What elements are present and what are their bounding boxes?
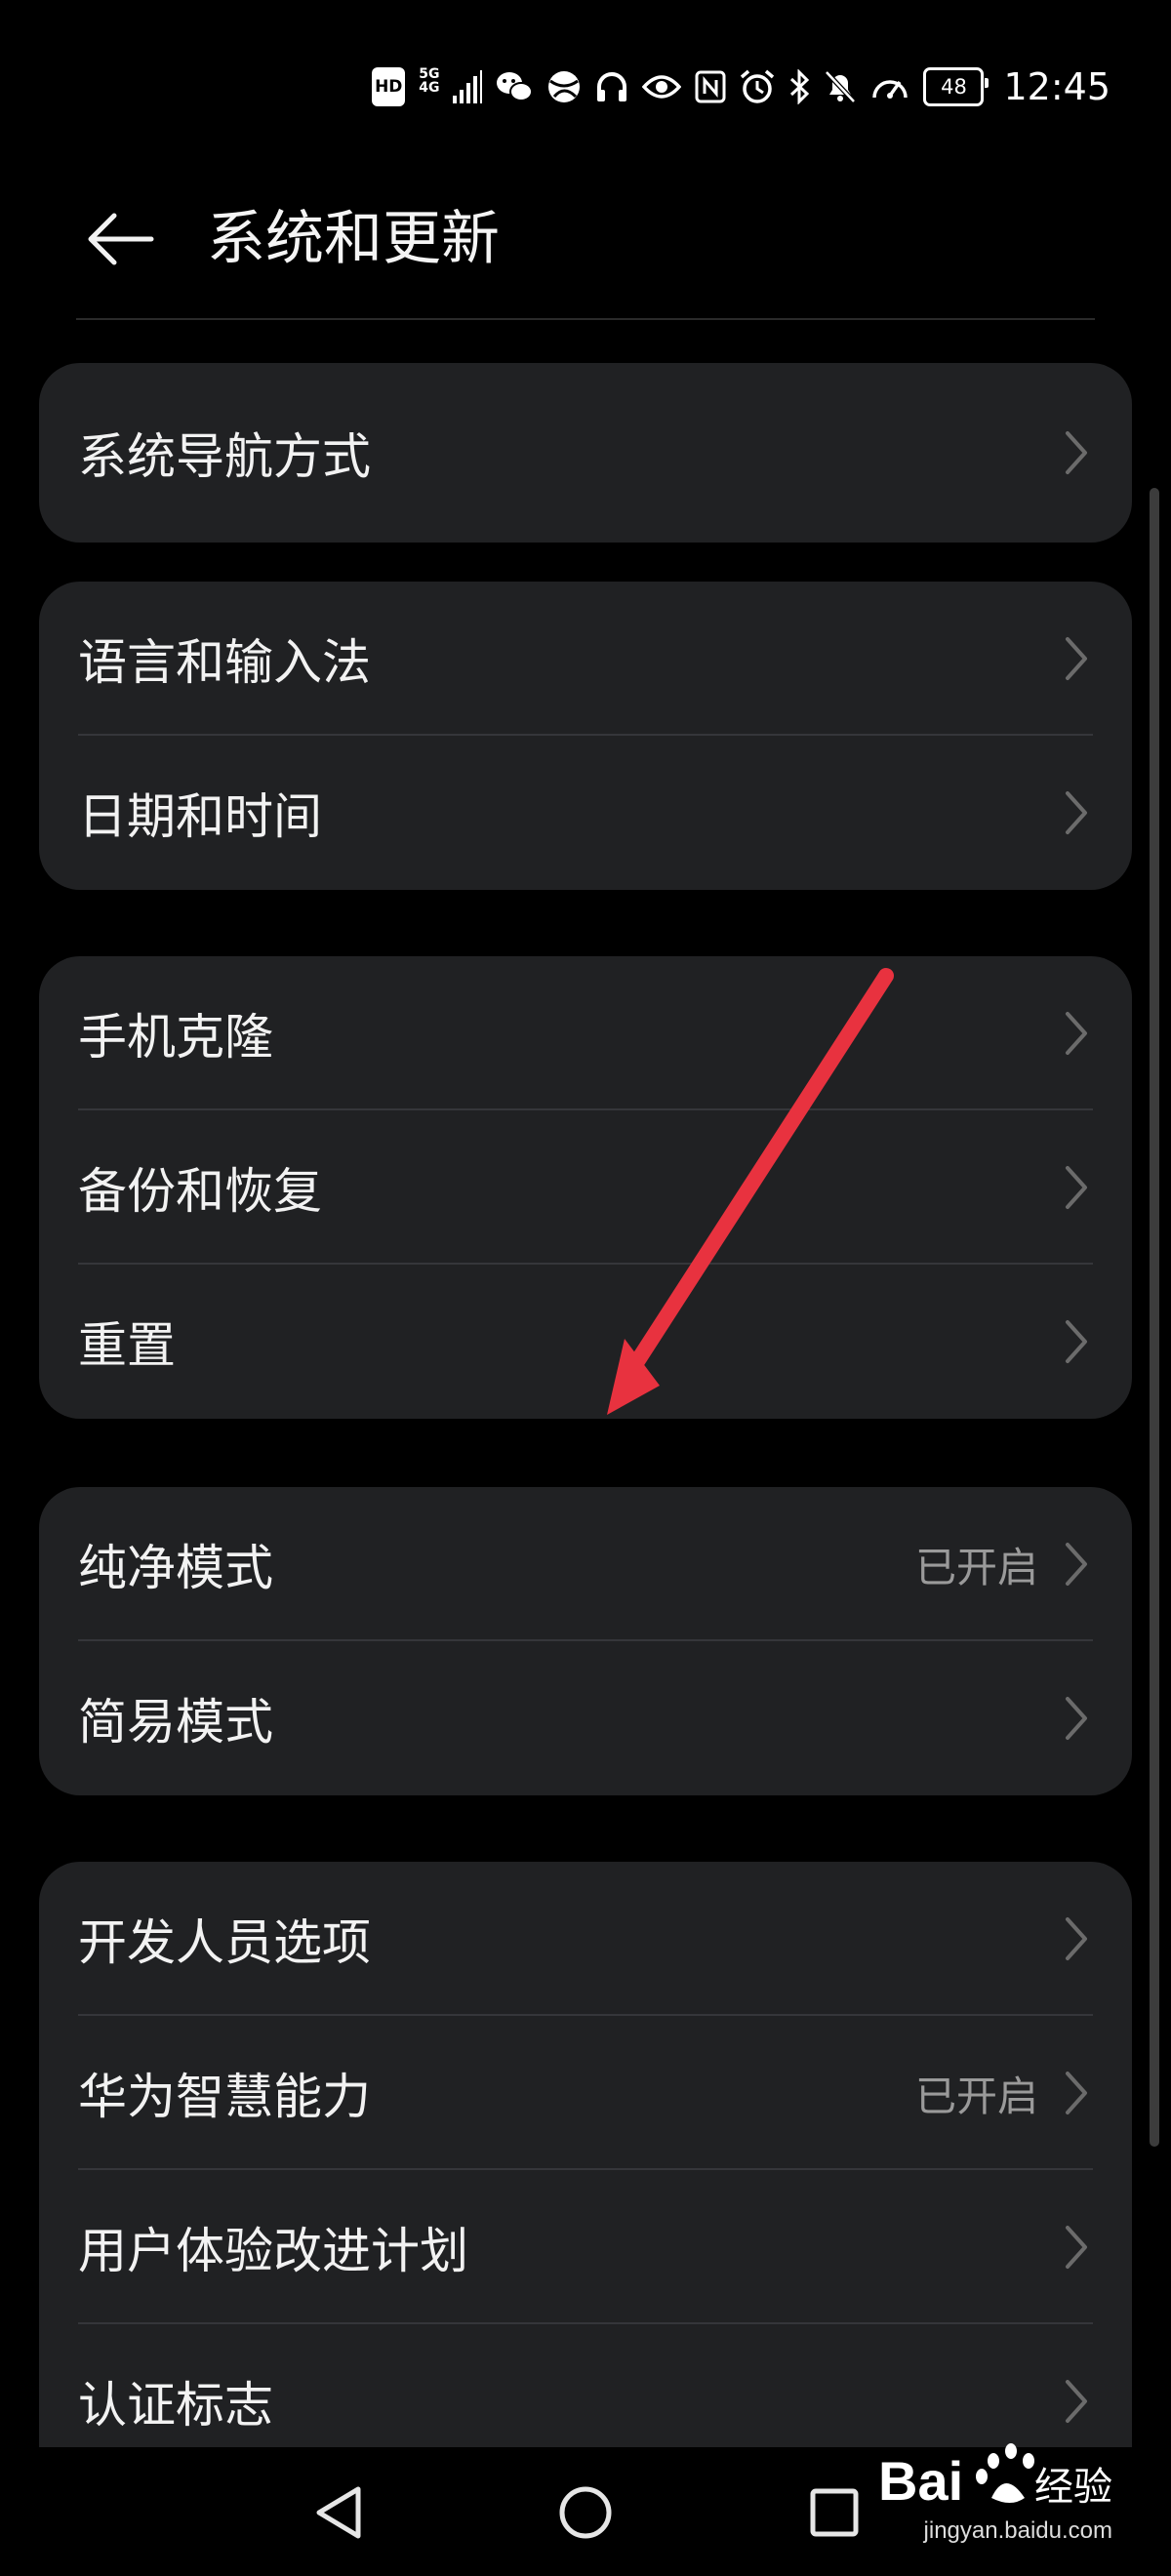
setting-row-huawei-ai[interactable]: 华为智慧能力 已开启 [39, 2016, 1132, 2170]
setting-label: 重置 [78, 1317, 176, 1374]
ball-icon [546, 67, 582, 106]
chevron-right-icon [1066, 431, 1087, 474]
chevron-right-icon [1066, 2072, 1087, 2114]
setting-label: 简易模式 [78, 1694, 273, 1751]
watermark-url: jingyan.baidu.com [923, 2517, 1112, 2544]
settings-group-advanced: 开发人员选项 华为智慧能力 已开启 用户体验改进计划 认证标志 [39, 1862, 1132, 2447]
setting-label: 纯净模式 [78, 1540, 273, 1596]
settings-group-language-time: 语言和输入法 日期和时间 [39, 582, 1132, 890]
header-divider [76, 318, 1095, 320]
setting-row-developer-options[interactable]: 开发人员选项 [39, 1862, 1132, 2016]
baidu-watermark: Bai 经验 jingyan.baidu.com [878, 2437, 1112, 2555]
chevron-right-icon [1066, 1543, 1087, 1586]
nav-recents-button[interactable] [790, 2469, 878, 2556]
setting-row-certification[interactable]: 认证标志 [39, 2324, 1132, 2447]
setting-status-value: 已开启 [914, 2072, 1038, 2120]
setting-status-value: 已开启 [914, 1543, 1038, 1591]
status-bar: HD 5G 4G 48 12:45 [0, 0, 1171, 166]
headphones-icon [595, 67, 628, 106]
eye-icon [642, 67, 682, 106]
chevron-right-icon [1066, 637, 1087, 680]
square-recents-icon [810, 2488, 859, 2537]
settings-group-backup: 手机克隆 备份和恢复 重置 [39, 956, 1132, 1419]
setting-label: 备份和恢复 [78, 1163, 322, 1220]
mute-bell-icon [824, 67, 857, 106]
chevron-right-icon [1066, 1012, 1087, 1055]
setting-row-backup-restore[interactable]: 备份和恢复 [39, 1110, 1132, 1265]
setting-label: 用户体验改进计划 [78, 2223, 468, 2279]
setting-row-pure-mode[interactable]: 纯净模式 已开启 [39, 1487, 1132, 1641]
setting-row-system-navigation[interactable]: 系统导航方式 [39, 363, 1132, 543]
chevron-right-icon [1066, 1697, 1087, 1740]
nav-home-button[interactable] [542, 2469, 629, 2556]
setting-row-date-time[interactable]: 日期和时间 [39, 736, 1132, 890]
watermark-brand: Bai [878, 2450, 963, 2512]
chevron-right-icon [1066, 1320, 1087, 1363]
setting-label: 语言和输入法 [78, 634, 371, 691]
setting-row-reset[interactable]: 重置 [39, 1265, 1132, 1419]
hd-badge: HD [372, 67, 406, 106]
setting-label: 日期和时间 [78, 788, 322, 845]
setting-row-user-experience[interactable]: 用户体验改进计划 [39, 2170, 1132, 2324]
back-arrow-icon [88, 213, 154, 265]
app-header: 系统和更新 [0, 166, 1171, 312]
nav-back-button[interactable] [295, 2469, 383, 2556]
settings-group-modes: 纯净模式 已开启 简易模式 [39, 1487, 1132, 1795]
setting-label: 开发人员选项 [78, 1914, 371, 1971]
setting-row-phone-clone[interactable]: 手机克隆 [39, 956, 1132, 1110]
network-type: 5G 4G [419, 67, 439, 106]
status-icons: HD 5G 4G 48 12:45 [372, 64, 1110, 109]
network-type-5g: 5G [419, 66, 440, 82]
chevron-right-icon [1066, 2380, 1087, 2423]
setting-label: 手机克隆 [78, 1009, 273, 1066]
setting-label: 系统导航方式 [78, 428, 371, 485]
baidu-logo-icon: Bai 经验 [878, 2443, 1112, 2512]
page-title: 系统和更新 [207, 205, 500, 273]
battery-icon: 48 [923, 67, 989, 106]
bluetooth-icon [788, 67, 810, 106]
back-button[interactable] [76, 195, 164, 283]
chevron-right-icon [1066, 2226, 1087, 2269]
scrollbar[interactable] [1150, 488, 1159, 2147]
status-time: 12:45 [1003, 65, 1110, 108]
circle-home-icon [559, 2486, 612, 2539]
nfc-icon [695, 67, 726, 106]
signal-icon [453, 67, 483, 106]
wechat-icon [496, 67, 534, 106]
setting-row-simple-mode[interactable]: 简易模式 [39, 1641, 1132, 1795]
alarm-icon [740, 67, 775, 106]
chevron-right-icon [1066, 1917, 1087, 1960]
chevron-right-icon [1066, 791, 1087, 834]
setting-label: 华为智慧能力 [78, 2069, 371, 2125]
chevron-right-icon [1066, 1166, 1087, 1209]
speedometer-icon [870, 67, 909, 106]
setting-row-language-input[interactable]: 语言和输入法 [39, 582, 1132, 736]
setting-label: 认证标志 [78, 2377, 273, 2434]
network-type-4g: 4G [419, 80, 440, 96]
watermark-brand-cn: 经验 [1034, 2465, 1112, 2510]
triangle-back-icon [316, 2486, 361, 2539]
settings-group-navigation: 系统导航方式 [39, 363, 1132, 543]
